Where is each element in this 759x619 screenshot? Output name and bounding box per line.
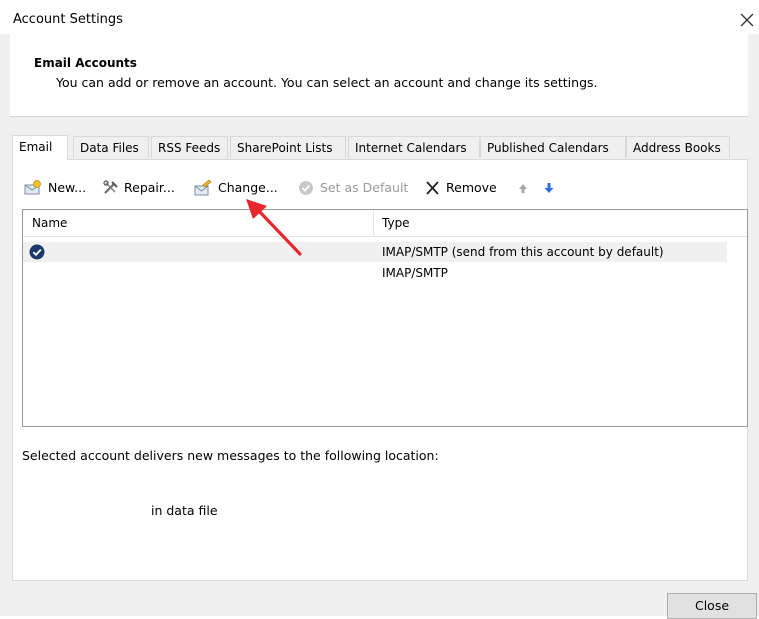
tab-email[interactable]: Email — [12, 135, 68, 160]
title-bar: Account Settings — [0, 0, 759, 34]
remove-x-icon — [426, 181, 439, 195]
account-type-cell: IMAP/SMTP (send from this account by def… — [382, 245, 664, 259]
tab-sharepoint-lists[interactable]: SharePoint Lists — [230, 136, 346, 158]
list-header: Name Type — [23, 210, 747, 237]
dialog-header: Email Accounts You can add or remove an … — [10, 34, 748, 117]
repair-button[interactable]: Repair... — [102, 177, 186, 199]
tab-data-files[interactable]: Data Files — [73, 136, 149, 158]
account-settings-dialog: Account Settings Email Accounts You can … — [0, 0, 759, 619]
remove-button-label: Remove — [446, 180, 497, 195]
delivery-location-value: in data file — [151, 503, 218, 518]
close-button[interactable]: Close — [667, 593, 757, 619]
annotation-arrow-icon — [246, 199, 302, 256]
window-title: Account Settings — [13, 12, 123, 27]
set-as-default-button[interactable]: Set as Default — [298, 177, 410, 199]
tab-address-books[interactable]: Address Books — [626, 136, 730, 158]
header-description: You can add or remove an account. You ca… — [56, 75, 598, 90]
check-circle-icon — [299, 181, 313, 195]
table-row[interactable]: IMAP/SMTP (send from this account by def… — [23, 242, 727, 262]
new-button-label: New... — [48, 180, 87, 195]
column-header-name[interactable]: Name — [32, 210, 67, 236]
repair-tools-icon — [103, 180, 118, 194]
down-arrow-icon — [544, 183, 554, 193]
move-down-button[interactable] — [540, 177, 554, 199]
default-account-check-icon — [29, 244, 45, 260]
remove-button[interactable]: Remove — [424, 177, 500, 199]
move-up-button[interactable] — [514, 177, 528, 199]
change-account-icon — [194, 180, 212, 196]
tab-internet-calendars[interactable]: Internet Calendars — [348, 136, 480, 158]
delivery-location-label: Selected account delivers new messages t… — [22, 448, 439, 463]
column-header-type[interactable]: Type — [382, 210, 410, 236]
set-as-default-label: Set as Default — [320, 180, 409, 195]
new-account-icon — [24, 180, 41, 195]
tab-rss-feeds[interactable]: RSS Feeds — [151, 136, 228, 158]
close-icon[interactable] — [738, 11, 756, 29]
up-arrow-icon — [519, 184, 527, 193]
header-title: Email Accounts — [34, 56, 137, 70]
new-button[interactable]: New... — [24, 177, 94, 199]
repair-button-label: Repair... — [124, 180, 175, 195]
account-type-cell: IMAP/SMTP — [382, 266, 448, 280]
column-divider[interactable] — [373, 210, 374, 236]
accounts-list[interactable]: Name Type IMAP/SMTP (send from this acco… — [22, 209, 748, 427]
table-row[interactable]: IMAP/SMTP — [23, 263, 727, 283]
tab-published-calendars[interactable]: Published Calendars — [480, 136, 626, 158]
